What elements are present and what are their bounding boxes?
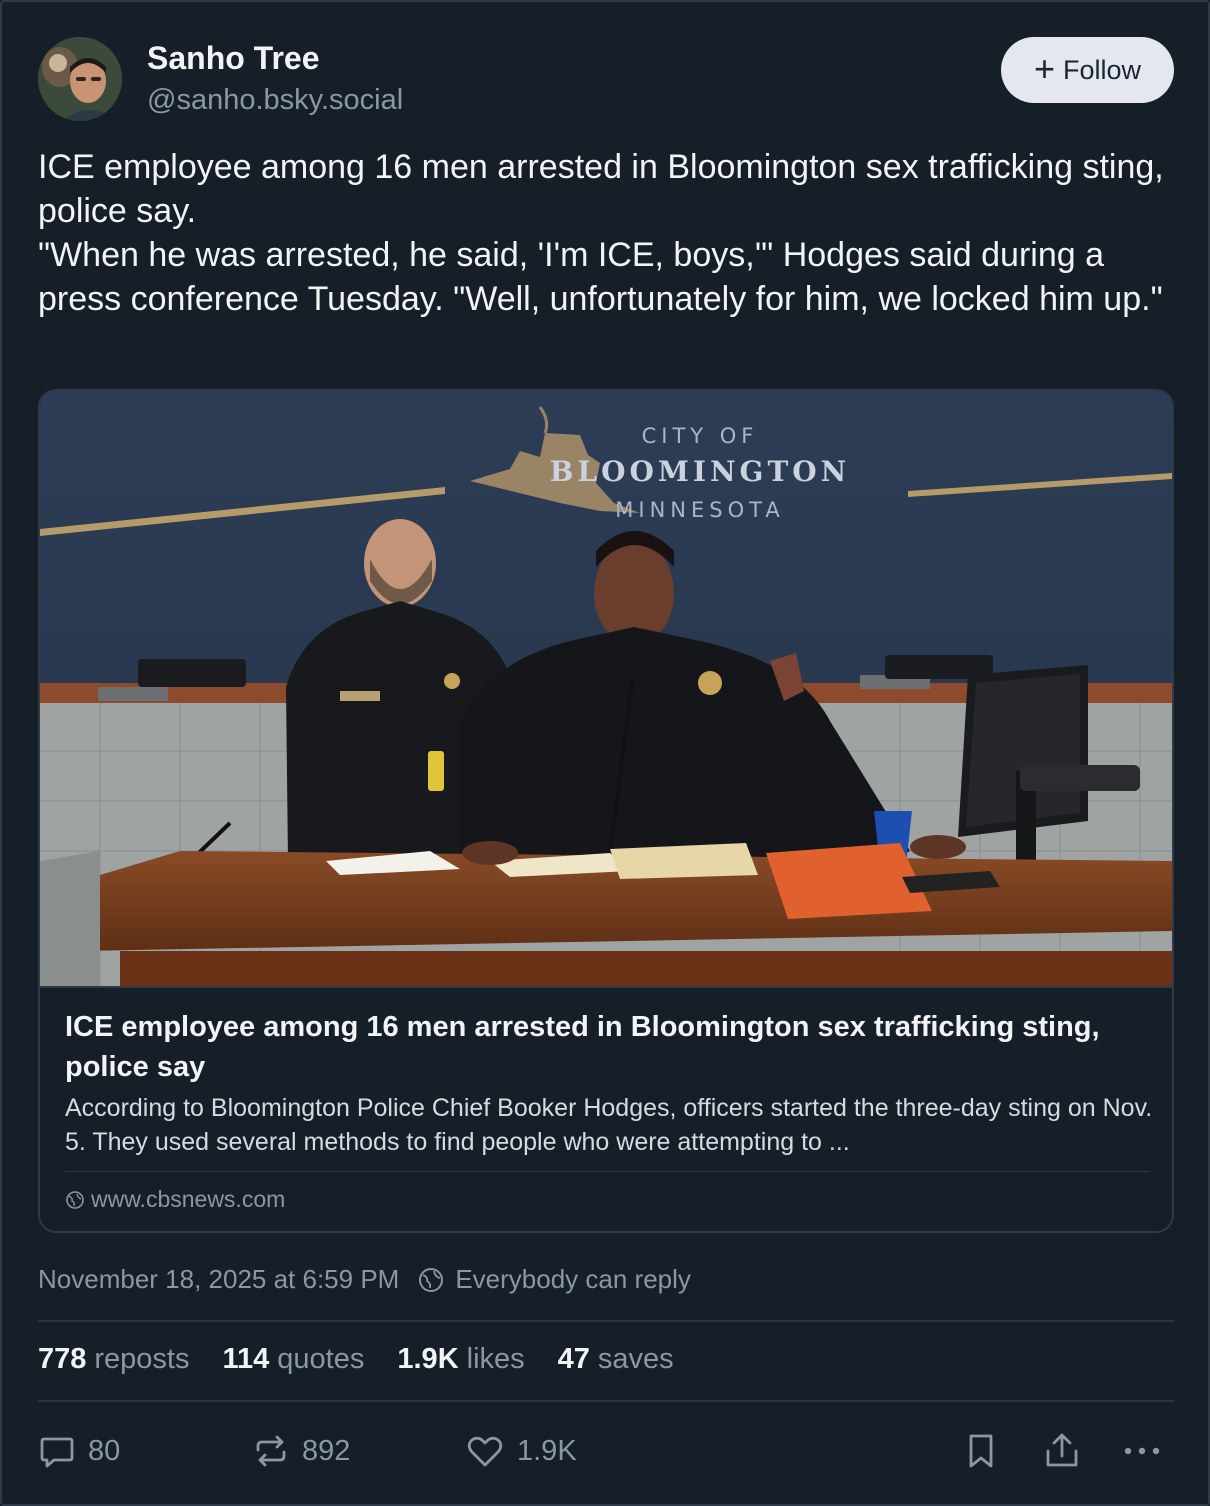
quotes-label: quotes <box>277 1343 365 1375</box>
globe-icon <box>66 1190 84 1209</box>
reply-button[interactable]: 80 <box>38 1428 120 1474</box>
heart-icon <box>467 1436 503 1467</box>
like-button[interactable]: 1.9K <box>465 1428 577 1474</box>
post-text: ICE employee among 16 men arrested in Bl… <box>38 145 1174 321</box>
repost-count: 892 <box>302 1434 351 1467</box>
likes-label: likes <box>466 1343 525 1375</box>
reply-setting: Everybody can reply <box>417 1264 691 1295</box>
reposts-stat[interactable]: 778 reposts <box>38 1343 190 1376</box>
avatar-photo <box>38 37 122 121</box>
author-display-name[interactable]: Sanho Tree <box>147 40 320 77</box>
ellipsis-icon <box>1124 1447 1160 1455</box>
embed-domain-text: www.cbsnews.com <box>91 1186 286 1212</box>
post-paragraph: ICE employee among 16 men arrested in Bl… <box>38 148 1164 230</box>
like-count: 1.9K <box>517 1434 577 1467</box>
saves-count: 47 <box>557 1343 590 1375</box>
embed-thumbnail-image: CITY OF BLOOMINGTON MINNESOTA <box>40 391 1172 986</box>
follow-button-label: Follow <box>1063 54 1142 85</box>
sign-text-minnesota: MINNESOTA <box>615 498 784 522</box>
quotes-stat[interactable]: 114 quotes <box>223 1343 365 1376</box>
likes-stat[interactable]: 1.9K likes <box>397 1343 524 1376</box>
reply-setting-label: Everybody can reply <box>455 1264 691 1294</box>
repost-icon <box>256 1435 286 1467</box>
share-icon <box>1046 1433 1078 1467</box>
bookmark-button[interactable] <box>962 1428 1000 1474</box>
post-paragraph: "When he was arrested, he said, 'I'm ICE… <box>38 236 1163 318</box>
embed-domain[interactable]: www.cbsnews.com <box>65 1186 285 1213</box>
sign-text-city-of: CITY OF <box>642 424 759 448</box>
reposts-label: reposts <box>94 1343 190 1375</box>
saves-label: saves <box>597 1343 674 1375</box>
embed-description: According to Bloomington Police Chief Bo… <box>65 1094 1153 1156</box>
avatar[interactable] <box>38 37 122 121</box>
speech-bubble-icon <box>40 1437 74 1468</box>
likes-count: 1.9K <box>397 1343 459 1375</box>
link-embed-card[interactable]: CITY OF BLOOMINGTON MINNESOTA ICE employ… <box>38 389 1174 1233</box>
post-timestamp[interactable]: November 18, 2025 at 6:59 PM <box>38 1264 399 1295</box>
sign-text-bloomington: BLOOMINGTON <box>550 455 851 488</box>
post-stats: 778 reposts 114 quotes 1.9K likes 47 saves <box>38 1343 674 1376</box>
bookmark-icon <box>969 1434 993 1468</box>
more-options-button[interactable] <box>1120 1428 1164 1474</box>
saves-stat[interactable]: 47 saves <box>558 1343 674 1376</box>
divider <box>38 1400 1174 1402</box>
repost-button[interactable]: 892 <box>252 1428 350 1474</box>
post-meta: November 18, 2025 at 6:59 PM Everybody c… <box>38 1264 691 1295</box>
embed-image-divider <box>40 986 1172 988</box>
embed-title[interactable]: ICE employee among 16 men arrested in Bl… <box>65 1007 1155 1087</box>
author-handle[interactable]: @sanho.bsky.social <box>147 84 403 117</box>
reply-count: 80 <box>88 1434 121 1467</box>
plus-icon: + <box>1033 47 1055 89</box>
embed-divider <box>65 1171 1150 1172</box>
globe-icon <box>419 1267 444 1292</box>
quotes-count: 114 <box>222 1343 270 1375</box>
reposts-count: 778 <box>38 1343 87 1375</box>
follow-button[interactable]: + Follow <box>1001 37 1174 103</box>
divider <box>38 1320 1174 1322</box>
share-button[interactable] <box>1042 1428 1082 1474</box>
